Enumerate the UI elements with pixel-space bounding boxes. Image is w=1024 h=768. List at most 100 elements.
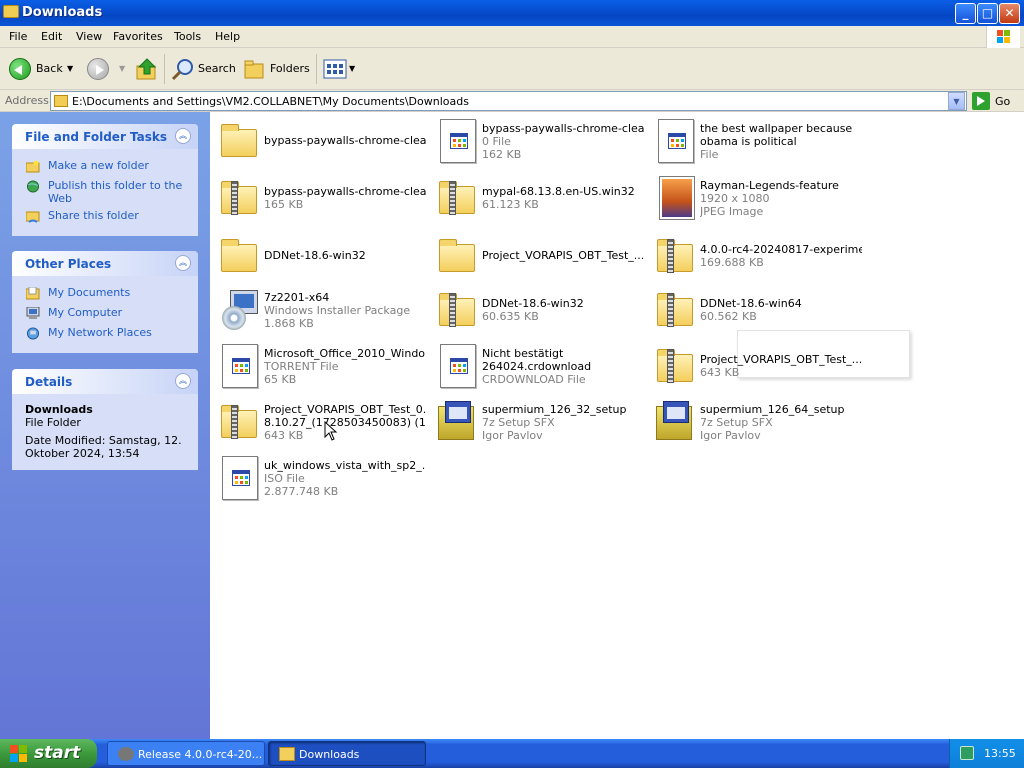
file-item[interactable]: bypass-paywalls-chrome-clea... 165 KB [212, 172, 428, 224]
address-field[interactable]: E:\Documents and Settings\VM2.COLLABNET\… [50, 91, 967, 111]
minimize-button[interactable]: _ [955, 3, 976, 24]
file-name: mypal-68.13.8.en-US.win32 [482, 185, 635, 198]
file-item[interactable]: supermium_126_32_setup 7z Setup SFX Igor P… [430, 396, 646, 448]
file-info-line: 1.868 KB [264, 317, 314, 330]
taskbar-item-label: Release 4.0.0-rc4-20... [138, 748, 263, 761]
file-item[interactable]: bypass-paywalls-chrome-clea... 0 File 162 … [430, 115, 646, 167]
file-item[interactable]: bypass-paywalls-chrome-clea... [212, 115, 428, 167]
search-label: Search [198, 62, 236, 75]
file-name: Project_VORAPIS_OBT_Test_... [700, 353, 862, 366]
file-info-line: 643 KB [700, 366, 740, 379]
views-button[interactable]: ▼ [323, 56, 357, 82]
file-item[interactable]: DDNet-18.6-win32 60.635 KB [430, 284, 646, 336]
folder-icon [54, 95, 68, 107]
back-button[interactable]: Back ▼ [9, 56, 77, 82]
back-label: Back [36, 62, 63, 75]
forward-arrow-icon [87, 58, 109, 80]
globe-icon [26, 180, 40, 193]
menu-help[interactable]: Help [215, 30, 240, 43]
folder-icon [434, 232, 480, 278]
taskbar-item-label: Downloads [299, 748, 360, 761]
go-button[interactable]: Go [972, 92, 1020, 110]
file-info-line: Windows Installer Package [264, 304, 411, 317]
file-item[interactable]: Project_VORAPIS_OBT_Test_... [430, 230, 646, 282]
taskbar-item-release[interactable]: Release 4.0.0-rc4-20... [107, 741, 265, 766]
toolbar-separator [164, 54, 165, 84]
file-item[interactable]: Nicht bestätigt 264024.crdownload CRDOWNLO… [430, 340, 646, 392]
file-info-line: 65 KB [264, 373, 297, 386]
file-name: bypass-paywalls-chrome-clea... [264, 185, 426, 198]
go-arrow-icon [972, 92, 990, 110]
collapse-icon[interactable]: ︽ [175, 373, 191, 389]
system-tray: 13:55 [949, 739, 1024, 768]
taskbar-item-downloads[interactable]: Downloads [268, 741, 426, 766]
installer-package-icon [216, 286, 262, 332]
file-item[interactable]: Microsoft_Office_2010_Windo... TORRENT Fi… [212, 340, 428, 392]
zip-folder-icon [434, 286, 480, 332]
file-item[interactable]: mypal-68.13.8.en-US.win32 61.123 KB [430, 172, 646, 224]
collapse-icon[interactable]: ︽ [175, 128, 191, 144]
menu-tools[interactable]: Tools [174, 30, 201, 43]
file-list-view[interactable]: bypass-paywalls-chrome-clea... bypass-pay… [210, 112, 1024, 739]
toolbar: Back ▼ ▼ Search Folders ▼ [0, 48, 1024, 90]
panel-header[interactable]: File and Folder Tasks ︽ [12, 124, 198, 149]
file-item[interactable]: Project_VORAPIS_OBT_Test_0. 8.10.27_(1728… [212, 396, 428, 448]
file-info-line: 60.562 KB [700, 310, 757, 323]
file-folder-tasks-panel: File and Folder Tasks ︽ Make a new folde… [12, 124, 198, 236]
folders-icon [244, 60, 264, 79]
file-name: supermium_126_32_setup [482, 403, 627, 416]
address-path[interactable]: E:\Documents and Settings\VM2.COLLABNET\… [72, 95, 469, 108]
file-name: the best wallpaper because [700, 122, 853, 135]
file-item[interactable]: 7z2201-x64 Windows Installer Package 1.868… [212, 284, 428, 336]
forward-dropdown-icon[interactable]: ▼ [119, 56, 125, 82]
forward-button[interactable]: ▼ [87, 56, 127, 82]
file-item[interactable]: the best wallpaper because obama is polit… [648, 115, 864, 167]
share-folder-icon [26, 211, 40, 223]
file-name: bypass-paywalls-chrome-clea... [482, 122, 644, 135]
folder-icon [3, 5, 19, 18]
back-dropdown-icon[interactable]: ▼ [67, 56, 73, 82]
file-info-line: Igor Pavlov [482, 429, 543, 442]
menu-file[interactable]: File [9, 30, 27, 43]
file-info-line: 61.123 KB [482, 198, 539, 211]
file-item[interactable]: Project_VORAPIS_OBT_Test_... 643 KB [648, 340, 864, 392]
panel-header[interactable]: Other Places ︽ [12, 251, 198, 276]
maximize-button[interactable]: □ [977, 3, 998, 24]
file-item[interactable]: DDNet-18.6-win32 [212, 230, 428, 282]
title-bar[interactable]: Downloads _ □ ✕ [0, 0, 1024, 26]
zip-folder-icon [216, 174, 262, 220]
menu-view[interactable]: View [76, 30, 102, 43]
jpeg-image-icon [652, 174, 698, 220]
menu-favorites[interactable]: Favorites [113, 30, 163, 43]
menu-edit[interactable]: Edit [41, 30, 62, 43]
zip-folder-icon [652, 232, 698, 278]
file-item[interactable]: Rayman-Legends-feature 1920 x 1080 JPEG Im… [648, 172, 864, 224]
zip-folder-icon [652, 342, 698, 388]
address-dropdown-button[interactable]: ▼ [948, 92, 965, 110]
network-tray-icon[interactable] [960, 746, 974, 760]
folders-button[interactable]: Folders [243, 56, 310, 82]
file-info-line: 643 KB [264, 429, 304, 442]
my-computer-icon [26, 307, 40, 319]
panel-header[interactable]: Details ︽ [12, 369, 198, 394]
app-window-icon [118, 747, 134, 761]
search-icon [171, 59, 193, 81]
collapse-icon[interactable]: ︽ [175, 255, 191, 271]
file-info-line: File [700, 148, 719, 161]
details-modified: Date Modified: Samstag, 12. Oktober 2024… [25, 434, 182, 460]
my-documents-icon [26, 287, 40, 300]
file-item[interactable]: DDNet-18.6-win64 60.562 KB [648, 284, 864, 336]
clock: 13:55 [984, 747, 1016, 760]
windows-flag-icon [10, 745, 28, 763]
zip-folder-icon [652, 286, 698, 332]
file-info-line: JPEG Image [700, 205, 764, 218]
file-item[interactable]: supermium_126_64_setup 7z Setup SFX Igor P… [648, 396, 864, 448]
chevron-down-icon: ▼ [953, 97, 960, 106]
close-button[interactable]: ✕ [999, 3, 1020, 24]
search-button[interactable]: Search [171, 56, 236, 82]
start-button[interactable]: start [0, 739, 97, 768]
up-folder-button[interactable] [135, 56, 161, 82]
file-item[interactable]: uk_windows_vista_with_sp2_... ISO File 2.8… [212, 452, 428, 504]
file-name: 4.0.0-rc4-20240817-experime... [700, 243, 862, 256]
file-item[interactable]: 4.0.0-rc4-20240817-experime... 169.688 KB [648, 230, 864, 282]
